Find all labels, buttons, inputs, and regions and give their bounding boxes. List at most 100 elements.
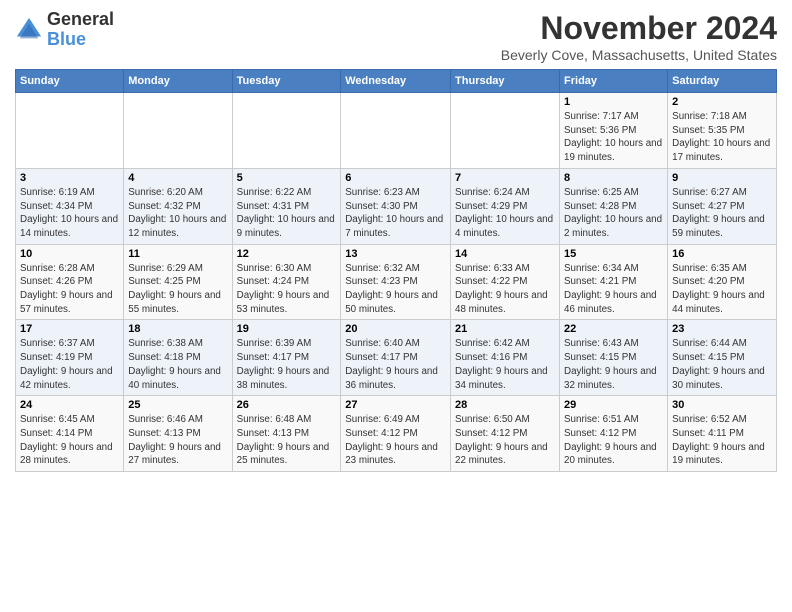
title-area: November 2024 Beverly Cove, Massachusett… [501,10,777,63]
day-info: Sunrise: 6:27 AM Sunset: 4:27 PM Dayligh… [672,186,772,241]
day-number: 12 [237,248,337,260]
logo-text: General Blue [47,10,114,50]
day-info: Sunrise: 6:44 AM Sunset: 4:15 PM Dayligh… [672,337,772,392]
day-info: Sunrise: 6:50 AM Sunset: 4:12 PM Dayligh… [455,413,555,468]
calendar-day-header: Sunday [16,70,124,93]
calendar-day-cell: 22 Sunrise: 6:43 AM Sunset: 4:15 PM Dayli… [560,320,668,396]
day-number: 28 [455,399,555,411]
day-number: 8 [564,172,663,184]
calendar-day-cell: 7Sunrise: 6:24 AM Sunset: 4:29 PM Daylig… [451,168,560,244]
day-number: 20 [345,323,446,335]
calendar-day-cell: 19 Sunrise: 6:39 AM Sunset: 4:17 PM Dayli… [232,320,341,396]
day-number: 21 [455,323,555,335]
calendar-day-header: Wednesday [341,70,451,93]
day-info: Sunrise: 6:48 AM Sunset: 4:13 PM Dayligh… [237,413,337,468]
day-info: Sunrise: 6:24 AM Sunset: 4:29 PM Dayligh… [455,186,555,241]
calendar-week-row: 17Sunrise: 6:37 AM Sunset: 4:19 PM Dayli… [16,320,777,396]
day-info: Sunrise: 6:33 AM Sunset: 4:22 PM Dayligh… [455,262,555,317]
day-info: Sunrise: 6:46 AM Sunset: 4:13 PM Dayligh… [128,413,227,468]
calendar-day-cell [124,93,232,169]
calendar-day-cell: 20 Sunrise: 6:40 AM Sunset: 4:17 PM Dayli… [341,320,451,396]
day-number: 5 [237,172,337,184]
calendar-day-cell: 11 Sunrise: 6:29 AM Sunset: 4:25 PM Dayli… [124,244,232,320]
location-title: Beverly Cove, Massachusetts, United Stat… [501,47,777,63]
day-info: Sunrise: 6:37 AM Sunset: 4:19 PM Dayligh… [20,337,119,392]
day-number: 16 [672,248,772,260]
day-number: 30 [672,399,772,411]
day-info: Sunrise: 7:18 AM Sunset: 5:35 PM Dayligh… [672,110,772,165]
day-info: Sunrise: 6:45 AM Sunset: 4:14 PM Dayligh… [20,413,119,468]
logo: General Blue [15,10,114,50]
day-number: 14 [455,248,555,260]
day-number: 27 [345,399,446,411]
day-info: Sunrise: 7:17 AM Sunset: 5:36 PM Dayligh… [564,110,663,165]
calendar-table: SundayMondayTuesdayWednesdayThursdayFrid… [15,69,777,472]
day-number: 6 [345,172,446,184]
day-number: 2 [672,96,772,108]
day-number: 10 [20,248,119,260]
day-info: Sunrise: 6:52 AM Sunset: 4:11 PM Dayligh… [672,413,772,468]
calendar-body: 1 Sunrise: 7:17 AM Sunset: 5:36 PM Daylig… [16,93,777,472]
calendar-day-header: Monday [124,70,232,93]
day-number: 23 [672,323,772,335]
day-number: 4 [128,172,227,184]
logo-icon [15,16,43,44]
calendar-day-cell: 10 Sunrise: 6:28 AM Sunset: 4:26 PM Dayli… [16,244,124,320]
day-info: Sunrise: 6:19 AM Sunset: 4:34 PM Dayligh… [20,186,119,241]
calendar-day-cell [451,93,560,169]
day-info: Sunrise: 6:35 AM Sunset: 4:20 PM Dayligh… [672,262,772,317]
day-number: 11 [128,248,227,260]
day-info: Sunrise: 6:43 AM Sunset: 4:15 PM Dayligh… [564,337,663,392]
calendar-week-row: 10 Sunrise: 6:28 AM Sunset: 4:26 PM Dayli… [16,244,777,320]
calendar-day-cell: 12Sunrise: 6:30 AM Sunset: 4:24 PM Dayli… [232,244,341,320]
calendar-day-cell: 8 Sunrise: 6:25 AM Sunset: 4:28 PM Daylig… [560,168,668,244]
calendar-day-cell: 1 Sunrise: 7:17 AM Sunset: 5:36 PM Daylig… [560,93,668,169]
day-info: Sunrise: 6:23 AM Sunset: 4:30 PM Dayligh… [345,186,446,241]
calendar-day-header: Saturday [668,70,777,93]
calendar-week-row: 24 Sunrise: 6:45 AM Sunset: 4:14 PM Dayli… [16,396,777,472]
calendar-day-cell: 13 Sunrise: 6:32 AM Sunset: 4:23 PM Dayli… [341,244,451,320]
day-info: Sunrise: 6:20 AM Sunset: 4:32 PM Dayligh… [128,186,227,241]
day-info: Sunrise: 6:32 AM Sunset: 4:23 PM Dayligh… [345,262,446,317]
calendar-day-cell: 5 Sunrise: 6:22 AM Sunset: 4:31 PM Daylig… [232,168,341,244]
calendar-day-cell [16,93,124,169]
calendar-day-cell: 30 Sunrise: 6:52 AM Sunset: 4:11 PM Dayli… [668,396,777,472]
day-info: Sunrise: 6:40 AM Sunset: 4:17 PM Dayligh… [345,337,446,392]
calendar-day-cell: 16 Sunrise: 6:35 AM Sunset: 4:20 PM Dayli… [668,244,777,320]
day-info: Sunrise: 6:29 AM Sunset: 4:25 PM Dayligh… [128,262,227,317]
day-number: 13 [345,248,446,260]
calendar-day-cell: 23 Sunrise: 6:44 AM Sunset: 4:15 PM Dayli… [668,320,777,396]
calendar-day-cell: 4 Sunrise: 6:20 AM Sunset: 4:32 PM Daylig… [124,168,232,244]
month-title: November 2024 [501,10,777,47]
calendar-day-cell: 3 Sunrise: 6:19 AM Sunset: 4:34 PM Daylig… [16,168,124,244]
calendar-day-cell: 14 Sunrise: 6:33 AM Sunset: 4:22 PM Dayli… [451,244,560,320]
calendar-day-cell: 9Sunrise: 6:27 AM Sunset: 4:27 PM Daylig… [668,168,777,244]
day-info: Sunrise: 6:39 AM Sunset: 4:17 PM Dayligh… [237,337,337,392]
calendar-day-header: Thursday [451,70,560,93]
day-number: 25 [128,399,227,411]
calendar-day-cell: 18Sunrise: 6:38 AM Sunset: 4:18 PM Dayli… [124,320,232,396]
day-info: Sunrise: 6:28 AM Sunset: 4:26 PM Dayligh… [20,262,119,317]
day-number: 26 [237,399,337,411]
calendar-day-cell [232,93,341,169]
day-number: 22 [564,323,663,335]
calendar-day-header: Friday [560,70,668,93]
day-number: 3 [20,172,119,184]
day-info: Sunrise: 6:42 AM Sunset: 4:16 PM Dayligh… [455,337,555,392]
day-info: Sunrise: 6:34 AM Sunset: 4:21 PM Dayligh… [564,262,663,317]
day-info: Sunrise: 6:22 AM Sunset: 4:31 PM Dayligh… [237,186,337,241]
day-info: Sunrise: 6:49 AM Sunset: 4:12 PM Dayligh… [345,413,446,468]
day-info: Sunrise: 6:51 AM Sunset: 4:12 PM Dayligh… [564,413,663,468]
day-number: 24 [20,399,119,411]
day-number: 29 [564,399,663,411]
day-number: 1 [564,96,663,108]
day-info: Sunrise: 6:38 AM Sunset: 4:18 PM Dayligh… [128,337,227,392]
day-info: Sunrise: 6:25 AM Sunset: 4:28 PM Dayligh… [564,186,663,241]
calendar-header-row: SundayMondayTuesdayWednesdayThursdayFrid… [16,70,777,93]
calendar-day-cell [341,93,451,169]
calendar-day-cell: 2 Sunrise: 7:18 AM Sunset: 5:35 PM Daylig… [668,93,777,169]
day-number: 19 [237,323,337,335]
logo-blue: Blue [47,29,86,49]
calendar-day-cell: 17Sunrise: 6:37 AM Sunset: 4:19 PM Dayli… [16,320,124,396]
calendar-day-header: Tuesday [232,70,341,93]
